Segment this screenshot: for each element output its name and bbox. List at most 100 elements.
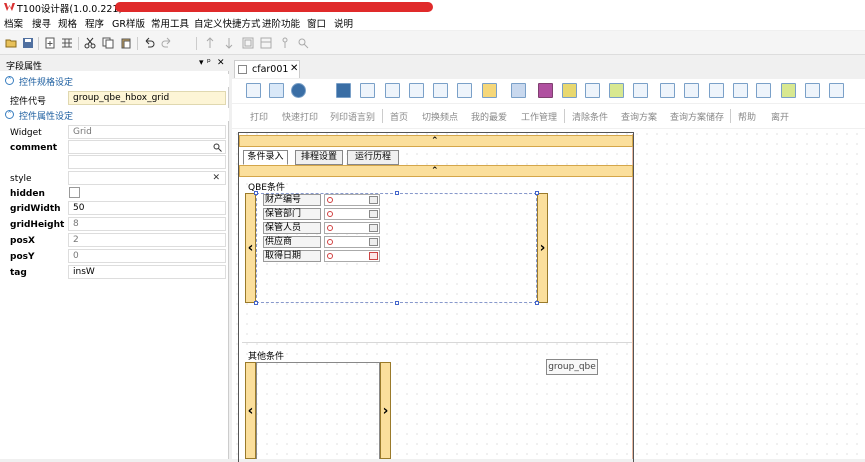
move-up-icon[interactable] [204,37,216,49]
lookup-icon[interactable] [369,224,378,232]
container-icon[interactable] [260,37,272,49]
chevron-right-icon[interactable]: › [540,240,546,256]
palette-download-icon[interactable] [781,83,796,98]
tab-run-history[interactable]: 运行历程 [347,150,399,165]
palette-toggle-icon[interactable] [829,83,844,98]
menu-advanced[interactable]: 进阶功能 [262,16,300,30]
menu-spec[interactable]: 规格 [58,16,77,30]
palette-textbox-icon[interactable] [756,83,771,98]
chevron-right-icon[interactable]: › [383,403,389,419]
action-work-manage[interactable]: 工作管理 [521,110,557,123]
calendar-icon[interactable] [369,252,378,260]
prop-tag-value[interactable]: insW [68,265,226,279]
action-clear-conditions[interactable]: 清除条件 [572,110,608,123]
chevron-left-icon[interactable]: ‹ [248,240,254,256]
action-home[interactable]: 首页 [390,110,408,123]
collapse-icon[interactable]: ⌃ [5,76,14,85]
prop-comment-extra[interactable] [68,155,226,169]
layout-icon[interactable] [242,37,254,49]
action-print-language[interactable]: 列印语言别 [330,110,375,123]
menu-window[interactable]: 窗口 [307,16,326,30]
search-icon[interactable] [213,143,222,152]
acquire-date-input[interactable] [324,250,380,262]
prop-posy-value[interactable]: 0 [68,249,226,263]
cut-icon[interactable] [84,37,96,49]
resize-handle[interactable] [395,191,399,195]
other-grid[interactable] [256,362,380,459]
palette-table-icon[interactable] [385,83,400,98]
right-scroll-bar[interactable]: › [537,193,548,303]
custodian-dept-input[interactable] [324,208,380,220]
chevron-up-icon[interactable]: ⌃ [431,167,439,176]
other-right-scroll-bar[interactable]: › [380,362,391,459]
undo-icon[interactable] [143,37,155,49]
tab-cfar001[interactable]: cfar001 ✕ [234,60,300,78]
action-print[interactable]: 打印 [250,110,268,123]
palette-grid-icon[interactable] [336,83,351,98]
second-collapse-bar[interactable]: ⌃ [239,165,633,177]
menu-file[interactable]: 档案 [4,16,23,30]
clear-icon[interactable]: ✕ [212,172,220,184]
move-down-icon[interactable] [223,37,235,49]
close-tab-icon[interactable]: ✕ [290,63,298,74]
prop-style-field[interactable]: ✕ [68,171,226,185]
tab-condition-entry[interactable]: 条件录入 [243,150,288,165]
palette-folder-icon[interactable] [409,83,424,98]
palette-window-icon[interactable] [360,83,375,98]
prop-posx-value[interactable]: 2 [68,233,226,247]
resize-handle[interactable] [535,301,539,305]
palette-lb-icon[interactable] [805,83,820,98]
supplier-input[interactable] [324,236,380,248]
action-help[interactable]: 帮助 [738,110,756,123]
palette-columns-icon[interactable] [684,83,699,98]
group-qbe-tag[interactable]: group_qbe [546,359,598,375]
save-icon[interactable] [22,37,34,49]
lookup-icon[interactable] [369,196,378,204]
grid-icon[interactable] [61,37,73,49]
resize-handle[interactable] [395,301,399,305]
prop-gridwidth-value[interactable]: 50 [68,201,226,215]
palette-page-icon[interactable] [433,83,448,98]
palette-label-icon[interactable] [633,83,648,98]
panel-close-icon[interactable]: ✕ [217,58,225,68]
other-left-scroll-bar[interactable]: ‹ [245,362,256,459]
palette-tree-icon[interactable] [482,83,497,98]
palette-splitter-icon[interactable] [585,83,600,98]
custodian-input[interactable] [324,222,380,234]
asset-no-input[interactable] [324,194,380,206]
left-scroll-bar[interactable]: ‹ [245,193,256,303]
chevron-left-icon[interactable]: ‹ [248,403,254,419]
section-control-attrs[interactable]: ⌃ 控件属性设定 [0,108,229,122]
resize-handle[interactable] [254,191,258,195]
palette-translate-icon[interactable] [269,83,284,98]
action-favorites[interactable]: 我的最爱 [471,110,507,123]
lookup-icon[interactable] [369,238,378,246]
panel-menu-icon[interactable]: ▾ [199,58,204,68]
collapse-icon[interactable]: ⌃ [5,110,14,119]
prop-gridheight-value[interactable]: 8 [68,217,226,231]
palette-user-icon[interactable] [291,83,306,98]
resize-handle[interactable] [535,191,539,195]
panel-pin-icon[interactable]: ᵖ [207,58,211,68]
tab-schedule-settings[interactable]: 排程设置 [295,150,343,165]
menu-help[interactable]: 说明 [334,16,353,30]
action-query-plan[interactable]: 查询方案 [621,110,657,123]
paste-icon[interactable] [120,37,132,49]
palette-grid2-icon[interactable] [457,83,472,98]
redo-icon[interactable] [161,37,173,49]
palette-screen-icon[interactable] [511,83,526,98]
resize-handle[interactable] [254,301,258,305]
menu-tools[interactable]: 常用工具 [151,16,189,30]
action-exit[interactable]: 离开 [771,110,789,123]
tree-icon[interactable] [279,37,291,49]
menu-search[interactable]: 搜寻 [32,16,51,30]
menu-gr-template[interactable]: GR样版 [112,16,145,30]
palette-input-icon[interactable] [733,83,748,98]
open-icon[interactable] [5,37,17,49]
palette-form-icon[interactable] [246,83,261,98]
search-tool-icon[interactable] [297,37,309,49]
action-save-query-plan[interactable]: 查询方案储存 [670,110,724,123]
palette-button-icon[interactable] [538,83,553,98]
new-icon[interactable] [44,37,56,49]
section-control-spec[interactable]: ⌃ 控件规格设定 [0,74,229,88]
